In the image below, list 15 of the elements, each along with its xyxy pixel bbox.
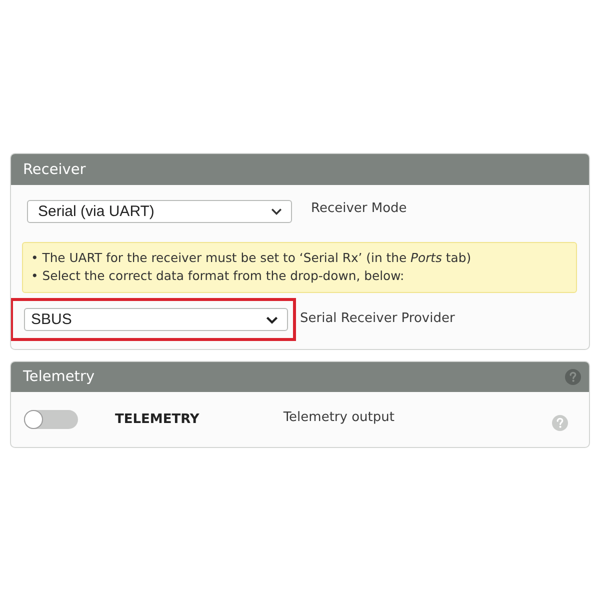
note-text: • The UART for the receiver must be set to ‘Serial Rx’ (in the Ports tab) — [31, 249, 472, 267]
panel-title: Telemetry — [23, 369, 95, 385]
help-icon[interactable] — [552, 414, 568, 430]
note-text: • Select the correct data format from the drop-down, below: — [31, 267, 406, 285]
telemetry-toggle[interactable] — [24, 410, 78, 429]
chevron-down-icon — [266, 316, 278, 324]
provider-select[interactable]: SBUS — [24, 308, 288, 331]
field-label: Receiver Mode — [311, 201, 407, 216]
feature-description: Telemetry output — [283, 410, 394, 425]
feature-name: TELEMETRY — [115, 412, 200, 427]
chevron-down-icon — [271, 208, 282, 215]
panel-title: Receiver — [23, 162, 86, 178]
receiver-mode-select[interactable]: Serial (via UART) — [27, 200, 292, 223]
help-icon[interactable] — [565, 369, 581, 385]
field-label: Serial Receiver Provider — [300, 310, 455, 326]
